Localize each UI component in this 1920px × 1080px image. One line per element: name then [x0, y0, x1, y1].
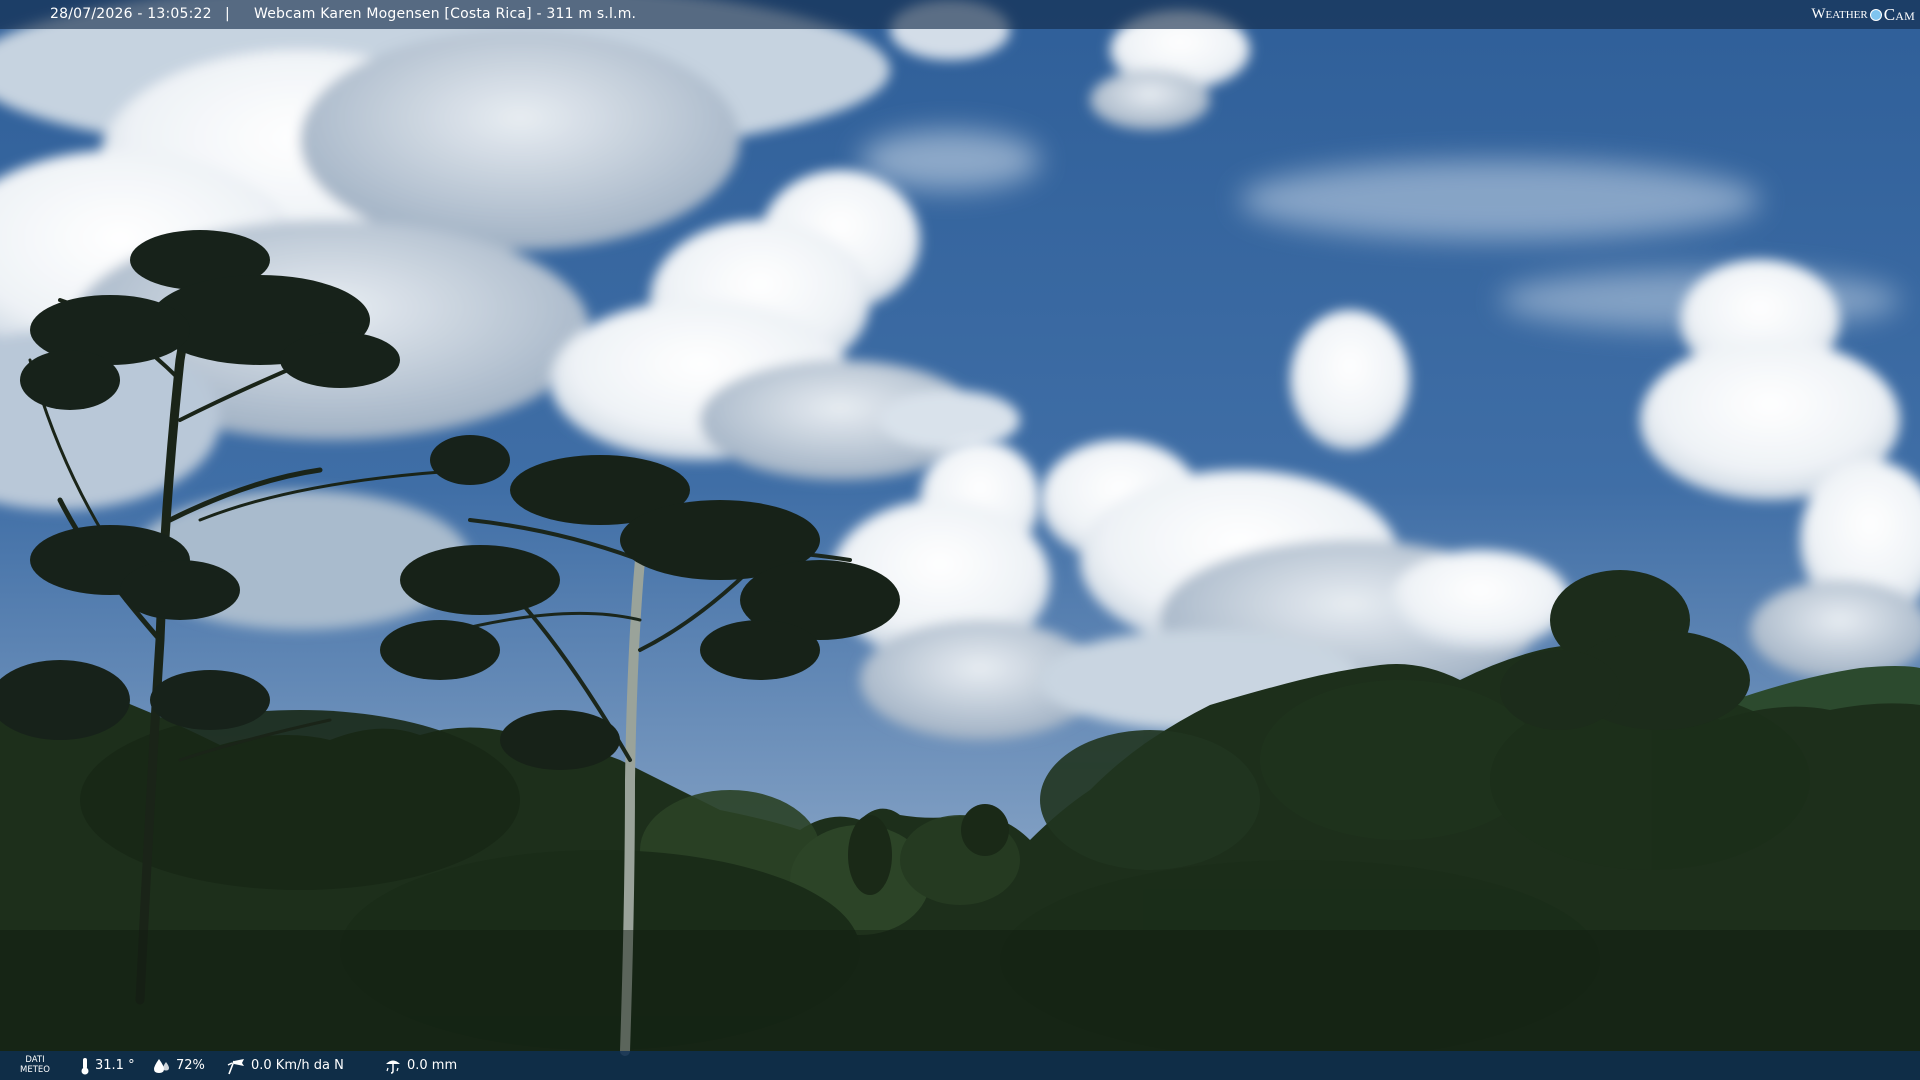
humidity-reading: 72% — [153, 1051, 205, 1080]
temperature-value: 31.1 ° — [95, 1058, 135, 1073]
water-drop-icon — [154, 1058, 169, 1073]
webcam-frame: 28/07/2026 - 13:05:22 | Webcam Karen Mog… — [0, 0, 1920, 1080]
weather-data-label-line2: METEO — [20, 1065, 50, 1075]
logo-word-weather: Weather — [1811, 6, 1868, 22]
thermometer-icon — [81, 1057, 89, 1074]
rain-gauge-icon — [386, 1060, 400, 1074]
wind-vane-icon — [227, 1058, 244, 1074]
weathercam-logo: Weather Cam — [1811, 0, 1915, 29]
weather-data-bar: DATI METEO 31.1 ° 72% 0.0 Km/h da N 0.0 … — [0, 1051, 1920, 1080]
logo-word-cam: Cam — [1883, 5, 1915, 24]
webcam-image — [0, 0, 1920, 1080]
logo-dot-icon — [1869, 8, 1882, 21]
temperature-reading: 31.1 ° — [80, 1051, 135, 1080]
title-separator: | — [225, 6, 230, 22]
weather-data-label-line1: DATI — [25, 1055, 45, 1065]
wind-value: 0.0 Km/h da N — [251, 1058, 344, 1073]
rain-reading: 0.0 mm — [384, 1051, 457, 1080]
timestamp: 28/07/2026 - 13:05:22 — [50, 6, 212, 22]
weather-data-label: DATI METEO — [20, 1055, 50, 1075]
webcam-info-bar: 28/07/2026 - 13:05:22 | Webcam Karen Mog… — [0, 0, 1920, 29]
humidity-value: 72% — [176, 1058, 205, 1073]
wind-reading: 0.0 Km/h da N — [226, 1051, 344, 1080]
webcam-title: Webcam Karen Mogensen [Costa Rica] - 311… — [254, 6, 637, 22]
rain-value: 0.0 mm — [407, 1058, 458, 1073]
